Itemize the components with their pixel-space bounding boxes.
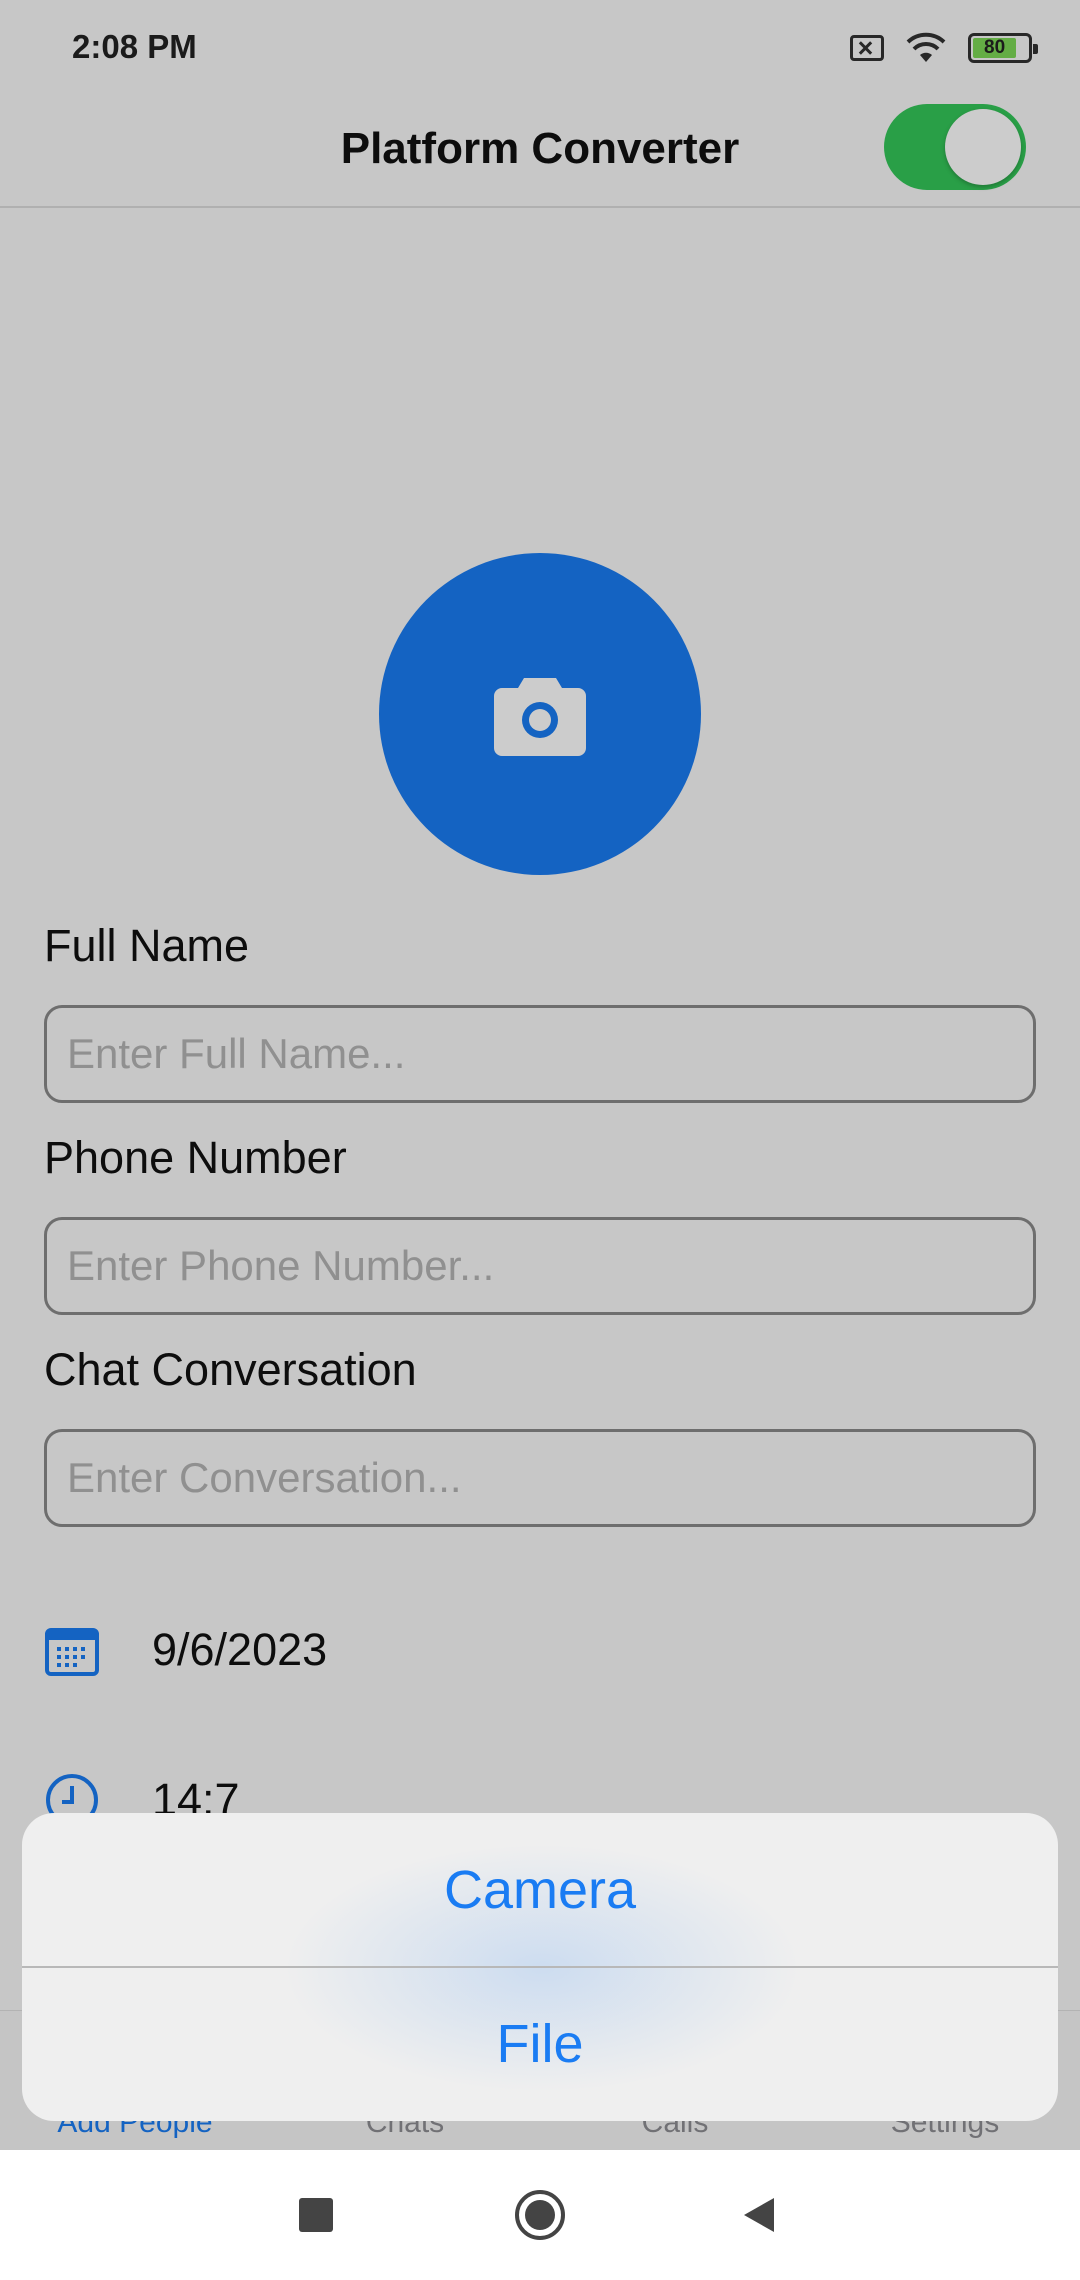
home-button[interactable]: [480, 2150, 600, 2280]
action-sheet: Camera File: [22, 1813, 1058, 2121]
camera-option-button[interactable]: Camera: [22, 1813, 1058, 1967]
back-icon: [744, 2198, 774, 2232]
home-icon: [515, 2190, 565, 2240]
back-button[interactable]: [700, 2150, 820, 2280]
recents-button[interactable]: [256, 2150, 376, 2280]
system-nav-bar: [0, 2150, 1080, 2280]
app-screen: 2:08 PM 80 Platform Converter Full Name: [0, 0, 1080, 2150]
recents-icon: [299, 2198, 333, 2232]
file-option-button[interactable]: File: [22, 1967, 1058, 2121]
